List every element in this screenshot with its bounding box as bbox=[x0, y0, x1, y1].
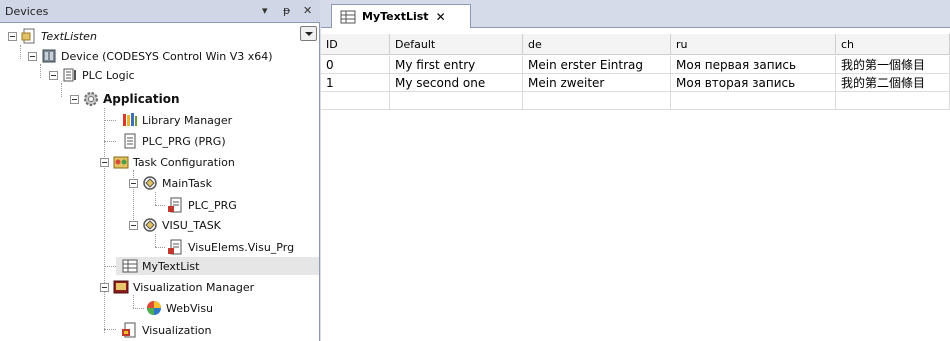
library-icon bbox=[123, 113, 137, 126]
tree-item-webvisu[interactable]: WebVisu bbox=[146, 299, 213, 317]
tree-connector bbox=[61, 83, 62, 97]
close-pane-icon[interactable]: ✕ bbox=[303, 4, 312, 18]
tree-connector bbox=[133, 295, 134, 308]
tree-connector bbox=[155, 192, 156, 205]
plc-logic-icon bbox=[63, 68, 76, 82]
devices-pane: Devices ▾ ᵽ ✕ TextListen Device (CODESYS… bbox=[0, 0, 320, 341]
task-icon bbox=[143, 218, 157, 232]
collapse-toggle-icon[interactable] bbox=[100, 282, 109, 292]
tree-connector bbox=[104, 329, 116, 330]
tree-item-label: Task Configuration bbox=[133, 155, 235, 169]
cell-default[interactable] bbox=[390, 92, 523, 110]
devices-pane-title: Devices bbox=[5, 5, 49, 18]
tree-item-label: PLC Logic bbox=[82, 68, 135, 82]
collapse-toggle-icon[interactable] bbox=[8, 31, 17, 41]
tree-item-label: Device (CODESYS Control Win V3 x64) bbox=[61, 49, 273, 63]
cell-ru[interactable]: Моя вторая запись bbox=[671, 74, 836, 92]
tree-item-plc-logic[interactable]: PLC Logic bbox=[49, 66, 135, 84]
project-icon bbox=[21, 28, 35, 44]
visualization-icon bbox=[122, 322, 136, 338]
pou-icon bbox=[124, 133, 136, 149]
tree-item-task-configuration[interactable]: Task Configuration bbox=[100, 153, 235, 171]
cell-ru[interactable]: Моя первая запись bbox=[671, 56, 836, 74]
tree-item-visuelems-visu-prg[interactable]: VisuElems.Visu_Prg bbox=[168, 238, 294, 256]
collapse-toggle-icon[interactable] bbox=[70, 94, 79, 104]
cell-de[interactable] bbox=[523, 92, 671, 110]
tree-item-label: PLC_PRG bbox=[188, 198, 237, 212]
tree-item-library-manager[interactable]: Library Manager bbox=[122, 111, 232, 129]
tree-connector bbox=[155, 234, 156, 247]
tree-item-label: VisuElems.Visu_Prg bbox=[188, 240, 295, 254]
pane-menu-arrow-icon[interactable]: ▾ bbox=[262, 4, 268, 18]
tree-connector bbox=[104, 266, 116, 267]
tree-item-label: VISU_TASK bbox=[162, 218, 221, 232]
tree-item-label: Visualization bbox=[142, 323, 212, 337]
column-header-ru[interactable]: ru bbox=[671, 34, 836, 55]
tree-connector bbox=[40, 64, 41, 78]
cell-ru[interactable] bbox=[671, 92, 836, 110]
task-config-icon bbox=[113, 156, 129, 169]
tree-item-device[interactable]: Device (CODESYS Control Win V3 x64) bbox=[28, 47, 273, 65]
tree-item-plc-prg-call[interactable]: PLC_PRG bbox=[168, 196, 237, 214]
tree-item-label: Visualization Manager bbox=[133, 280, 255, 294]
textlist-icon bbox=[122, 259, 138, 273]
pin-icon[interactable]: ᵽ bbox=[283, 4, 290, 18]
tree-item-textlisten[interactable]: TextListen bbox=[8, 27, 97, 45]
cell-ch[interactable] bbox=[836, 92, 950, 110]
tree-item-label: MainTask bbox=[162, 176, 212, 190]
tree-item-visu-task[interactable]: VISU_TASK bbox=[129, 216, 221, 234]
tree-item-plc-prg[interactable]: PLC_PRG (PRG) bbox=[122, 132, 226, 150]
tree-item-label: WebVisu bbox=[166, 301, 214, 315]
cell-ch[interactable]: 我的第一個條目 bbox=[836, 56, 950, 74]
tree-item-label: Application bbox=[103, 92, 180, 106]
tree-item-label: PLC_PRG (PRG) bbox=[142, 134, 226, 148]
tree-connector bbox=[155, 247, 165, 248]
column-header-ch[interactable]: ch bbox=[836, 34, 950, 55]
tree-item-mytextlist[interactable]: MyTextList bbox=[116, 257, 319, 275]
program-call-icon bbox=[168, 239, 182, 255]
task-icon bbox=[143, 176, 157, 190]
tree-item-label: Library Manager bbox=[142, 113, 233, 127]
textlist-editor: MyTextList ✕ ID Default de ru ch 0 My fi… bbox=[321, 0, 950, 341]
collapse-toggle-icon[interactable] bbox=[129, 178, 138, 188]
cell-default[interactable]: My first entry bbox=[390, 56, 523, 74]
tree-connector bbox=[104, 141, 116, 142]
tree-item-visualization-manager[interactable]: Visualization Manager bbox=[100, 278, 254, 296]
gear-icon bbox=[84, 92, 98, 106]
tree-dropdown-button[interactable] bbox=[300, 26, 317, 41]
cell-de[interactable]: Mein zweiter bbox=[523, 74, 671, 92]
column-header-default[interactable]: Default bbox=[390, 34, 523, 55]
tree-item-application[interactable]: Application bbox=[70, 90, 180, 108]
tree-item-visualization[interactable]: Visualization bbox=[122, 321, 211, 339]
column-header-id[interactable]: ID bbox=[321, 34, 390, 55]
tree-connector bbox=[20, 45, 21, 59]
visu-manager-icon bbox=[113, 280, 129, 294]
tree-connector bbox=[104, 120, 116, 121]
collapse-toggle-icon[interactable] bbox=[129, 220, 138, 230]
tree-connector bbox=[155, 205, 165, 206]
tree-item-label: MyTextList bbox=[142, 259, 200, 273]
collapse-toggle-icon[interactable] bbox=[28, 51, 37, 61]
cell-default[interactable]: My second one bbox=[390, 74, 523, 92]
textlist-icon bbox=[340, 10, 356, 23]
close-tab-icon[interactable]: ✕ bbox=[436, 10, 446, 24]
tree-item-label: TextListen bbox=[41, 29, 97, 43]
collapse-toggle-icon[interactable] bbox=[100, 157, 109, 167]
column-header-de[interactable]: de bbox=[523, 34, 671, 55]
device-icon bbox=[42, 49, 56, 63]
tab-label: MyTextList bbox=[362, 10, 429, 23]
cell-id[interactable] bbox=[321, 92, 390, 110]
document-tab-strip: MyTextList ✕ bbox=[321, 0, 950, 28]
tab-mytextlist[interactable]: MyTextList ✕ bbox=[331, 4, 471, 28]
cell-id[interactable]: 0 bbox=[321, 56, 390, 74]
collapse-toggle-icon[interactable] bbox=[49, 70, 58, 80]
cell-de[interactable]: Mein erster Eintrag bbox=[523, 56, 671, 74]
cell-id[interactable]: 1 bbox=[321, 74, 390, 92]
program-call-icon bbox=[168, 197, 182, 213]
tree-connector bbox=[133, 308, 144, 309]
cell-ch[interactable]: 我的第二個條目 bbox=[836, 74, 950, 92]
devices-pane-header: Devices ▾ ᵽ ✕ bbox=[0, 0, 320, 23]
webvisu-icon bbox=[147, 301, 161, 315]
tree-item-maintask[interactable]: MainTask bbox=[129, 174, 212, 192]
